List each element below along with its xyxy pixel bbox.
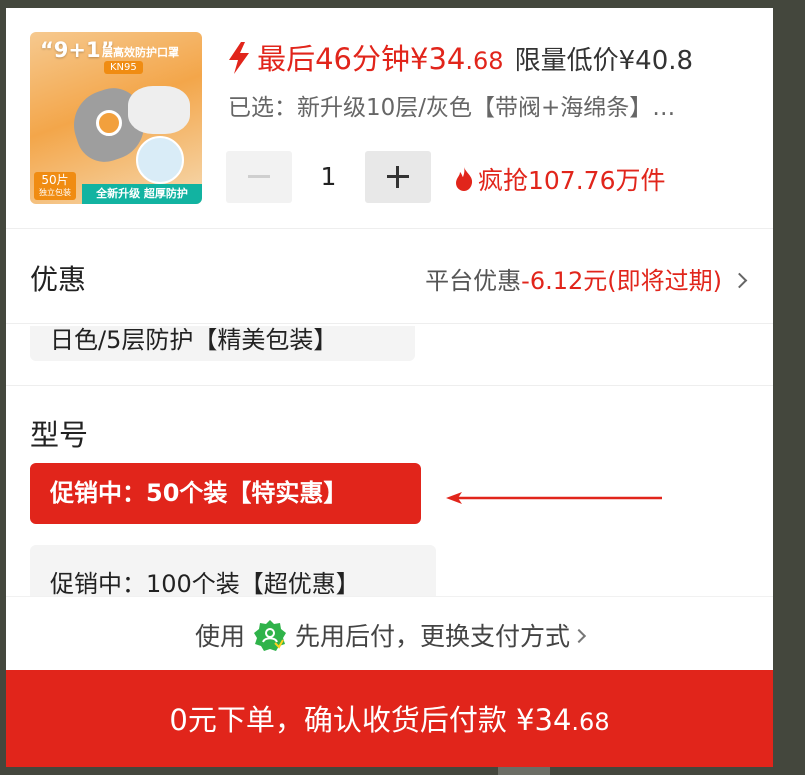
- annotation-arrow-icon: [446, 492, 662, 504]
- lightning-icon: [229, 42, 249, 74]
- decrease-button[interactable]: [226, 151, 292, 203]
- pay-prefix: 使用: [194, 622, 245, 651]
- promo-label: 优惠: [30, 263, 87, 296]
- mask-image-white: [128, 86, 190, 134]
- filter-image: [136, 136, 184, 184]
- promo-row[interactable]: 平台优惠-6.12元(即将过期): [425, 261, 748, 296]
- flash-price-main: 最后46分钟¥34: [257, 42, 466, 76]
- order-button-cents: .68: [571, 708, 610, 736]
- quantity-value[interactable]: 1: [292, 151, 365, 203]
- thumb-count-badge: 50片 独立包装: [34, 172, 76, 200]
- model-section-title: 型号: [30, 418, 89, 452]
- pay-later-text: 使用 先用后付，更换支付方式: [6, 617, 773, 653]
- thumb-ribbon: 全新升级 超厚防护: [82, 184, 202, 204]
- promo-value-amount: -6.12元(即将过期): [521, 267, 722, 295]
- option-color-partial[interactable]: 日色/5层防护【精美包装】: [30, 326, 415, 361]
- chevron-right-icon: [571, 628, 587, 644]
- thumb-count: 50片: [41, 173, 69, 187]
- pay-later-logo-icon: [254, 620, 286, 651]
- selected-spec: 已选：新升级10层/灰色【带阀+海绵条】…: [228, 95, 676, 121]
- divider: [6, 323, 773, 324]
- pay-later-bar[interactable]: 使用 先用后付，更换支付方式: [6, 596, 773, 668]
- price-row: 最后46分钟¥34.68 限量低价¥40.8: [226, 36, 693, 78]
- flash-price-cents: .68: [465, 47, 504, 75]
- chevron-right-icon: [731, 272, 748, 289]
- pay-suffix: 先用后付，更换支付方式: [295, 622, 571, 651]
- option-50-pack-selected[interactable]: 促销中：50个装【特实惠】: [30, 463, 421, 524]
- option-label: 日色/5层防护【精美包装】: [50, 326, 338, 354]
- thumb-kn-badge: KN95: [104, 61, 143, 74]
- flash-price: 最后46分钟¥34.68: [257, 42, 503, 76]
- flame-icon: [456, 167, 473, 191]
- sku-panel: “9+1” 层高效防护口罩 KN95 50片 独立包装 全新升级 超厚防护 最后…: [6, 8, 773, 775]
- divider: [6, 228, 773, 229]
- thumb-subtitle: 层高效防护口罩: [102, 46, 179, 59]
- order-button-label: 0元下单，确认收货后付款 ¥34: [169, 703, 572, 737]
- limit-price: 限量低价¥40.8: [514, 46, 694, 76]
- hot-sale-text: 疯抢107.76万件: [478, 166, 666, 195]
- hot-sale: 疯抢107.76万件: [454, 161, 665, 197]
- product-thumbnail[interactable]: “9+1” 层高效防护口罩 KN95 50片 独立包装 全新升级 超厚防护: [30, 32, 202, 204]
- valve-image: [96, 110, 122, 136]
- place-order-button[interactable]: 0元下单，确认收货后付款 ¥34.68: [6, 670, 773, 775]
- scroll-segment: [498, 767, 550, 775]
- increase-button[interactable]: [365, 151, 431, 203]
- bottom-strip: [0, 767, 805, 775]
- promo-value-prefix: 平台优惠: [425, 267, 522, 295]
- thumb-count-sub: 独立包装: [39, 188, 71, 197]
- divider: [6, 385, 773, 386]
